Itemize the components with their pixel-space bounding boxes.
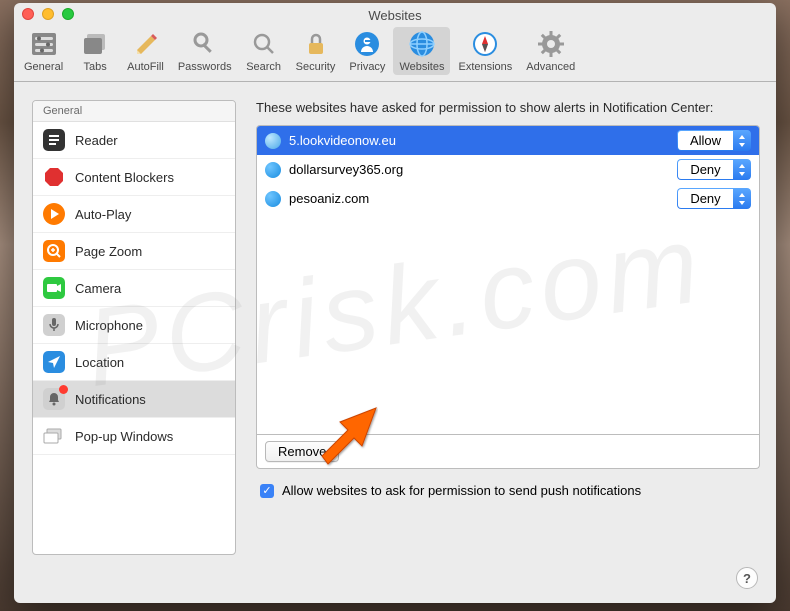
toolbar-autofill[interactable]: AutoFill xyxy=(121,27,170,75)
checkbox-label: Allow websites to ask for permission to … xyxy=(282,483,641,498)
privacy-icon xyxy=(352,29,382,59)
toolbar-websites[interactable]: Websites xyxy=(393,27,450,75)
site-row[interactable]: dollarsurvey365.org Deny xyxy=(257,155,759,184)
pencil-icon xyxy=(130,29,160,59)
toolbar-tabs[interactable]: Tabs xyxy=(71,27,119,75)
notification-badge xyxy=(59,385,68,394)
key-icon xyxy=(190,29,220,59)
play-icon xyxy=(43,203,65,225)
window-title: Websites xyxy=(22,5,768,23)
toolbar-privacy[interactable]: Privacy xyxy=(343,27,391,75)
sidebar-item-content-blockers[interactable]: Content Blockers xyxy=(33,159,235,196)
sidebar-item-auto-play[interactable]: Auto-Play xyxy=(33,196,235,233)
globe-icon xyxy=(407,29,437,59)
location-icon xyxy=(43,351,65,373)
allow-permission-row[interactable]: ✓ Allow websites to ask for permission t… xyxy=(256,469,760,512)
main-panel: These websites have asked for permission… xyxy=(256,100,760,574)
site-globe-icon xyxy=(265,133,281,149)
site-globe-icon xyxy=(265,191,281,207)
toolbar-extensions[interactable]: Extensions xyxy=(452,27,518,75)
sidebar-item-location[interactable]: Location xyxy=(33,344,235,381)
zoom-button[interactable] xyxy=(62,8,74,20)
site-list: 5.lookvideonow.eu Allow dollarsurvey365.… xyxy=(256,125,760,435)
camera-icon xyxy=(43,277,65,299)
sidebar-item-label: Microphone xyxy=(75,318,143,333)
site-name: dollarsurvey365.org xyxy=(289,162,669,177)
chevron-up-down-icon xyxy=(733,163,751,177)
permission-select[interactable]: Deny xyxy=(677,188,751,209)
site-globe-icon xyxy=(265,162,281,178)
titlebar: Websites xyxy=(14,3,776,25)
toolbar-advanced[interactable]: Advanced xyxy=(520,27,581,75)
minimize-button[interactable] xyxy=(42,8,54,20)
site-row[interactable]: 5.lookvideonow.eu Allow xyxy=(257,126,759,155)
search-icon xyxy=(249,29,279,59)
lock-icon xyxy=(301,29,331,59)
sidebar: General Reader Content Blockers Auto-Pla… xyxy=(32,100,236,555)
site-row[interactable]: pesoaniz.com Deny xyxy=(257,184,759,213)
stop-icon xyxy=(43,166,65,188)
sidebar-item-label: Notifications xyxy=(75,392,146,407)
traffic-lights xyxy=(22,8,74,20)
sidebar-item-label: Auto-Play xyxy=(75,207,131,222)
chevron-up-down-icon xyxy=(733,134,751,148)
zoom-icon xyxy=(43,240,65,262)
toolbar: General Tabs AutoFill Passwords Search xyxy=(14,25,776,82)
sidebar-item-label: Reader xyxy=(75,133,118,148)
sidebar-item-camera[interactable]: Camera xyxy=(33,270,235,307)
help-button[interactable]: ? xyxy=(736,567,758,589)
sidebar-item-label: Pop-up Windows xyxy=(75,429,173,444)
sidebar-item-microphone[interactable]: Microphone xyxy=(33,307,235,344)
gear-switches-icon xyxy=(29,29,59,59)
close-button[interactable] xyxy=(22,8,34,20)
sidebar-item-label: Location xyxy=(75,355,124,370)
sidebar-item-label: Camera xyxy=(75,281,121,296)
tabs-icon xyxy=(80,29,110,59)
permission-select[interactable]: Deny xyxy=(677,159,751,180)
sidebar-item-page-zoom[interactable]: Page Zoom xyxy=(33,233,235,270)
panel-description: These websites have asked for permission… xyxy=(256,100,760,115)
toolbar-security[interactable]: Security xyxy=(290,27,342,75)
reader-icon xyxy=(43,129,65,151)
gear-icon xyxy=(536,29,566,59)
compass-icon xyxy=(470,29,500,59)
sidebar-item-label: Page Zoom xyxy=(75,244,142,259)
windows-icon xyxy=(43,425,65,447)
toolbar-search[interactable]: Search xyxy=(240,27,288,75)
microphone-icon xyxy=(43,314,65,336)
chevron-up-down-icon xyxy=(733,192,751,206)
checkbox-checked-icon[interactable]: ✓ xyxy=(260,484,274,498)
site-name: pesoaniz.com xyxy=(289,191,669,206)
sidebar-item-label: Content Blockers xyxy=(75,170,174,185)
toolbar-general[interactable]: General xyxy=(18,27,69,75)
button-row: Remove xyxy=(256,435,760,469)
sidebar-header: General xyxy=(33,101,235,122)
site-name: 5.lookvideonow.eu xyxy=(289,133,669,148)
sidebar-item-notifications[interactable]: Notifications xyxy=(33,381,235,418)
sidebar-item-popup-windows[interactable]: Pop-up Windows xyxy=(33,418,235,455)
permission-select[interactable]: Allow xyxy=(677,130,751,151)
remove-button[interactable]: Remove xyxy=(265,441,339,462)
sidebar-item-reader[interactable]: Reader xyxy=(33,122,235,159)
preferences-window: Websites General Tabs AutoFill Passwords xyxy=(14,3,776,603)
toolbar-passwords[interactable]: Passwords xyxy=(172,27,238,75)
